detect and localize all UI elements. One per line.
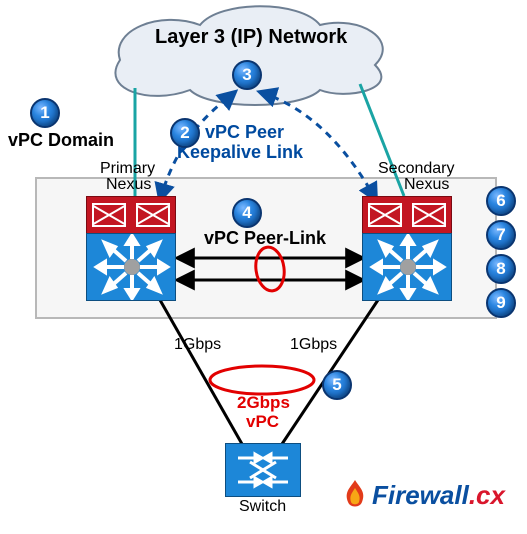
flame-icon (338, 478, 372, 512)
access-switch-device-icon (225, 443, 301, 497)
right-bw-label: 1Gbps (290, 336, 337, 354)
badge-3: 3 (232, 60, 262, 90)
logo-part1: Firewall (372, 480, 469, 510)
vpc-bundle-icon (210, 366, 314, 394)
firewall-cx-logo: Firewall.cx (372, 480, 505, 511)
badge-2: 2 (170, 118, 200, 148)
primary-nexus-label-l2: Nexus (106, 176, 151, 194)
badge-8: 8 (486, 254, 516, 284)
primary-nexus-device-icon (86, 196, 176, 301)
secondary-nexus-label-l2: Nexus (404, 176, 449, 194)
cloud-title: Layer 3 (IP) Network (155, 26, 347, 49)
badge-1: 1 (30, 98, 60, 128)
secondary-nexus-device-icon (362, 196, 452, 301)
agg-bw-label-l1: 2Gbps (237, 393, 290, 413)
badge-5: 5 (322, 370, 352, 400)
badge-4: 4 (232, 198, 262, 228)
link-primary-switch (160, 300, 242, 444)
logo-part2: .cx (469, 480, 505, 510)
peer-link-label: vPC Peer-Link (204, 228, 326, 249)
agg-bw-label-l2: vPC (246, 412, 279, 432)
vpc-domain-label: vPC Domain (8, 130, 114, 151)
cloud-icon (115, 6, 382, 105)
badge-9: 9 (486, 288, 516, 318)
keepalive-label-l2: Keepalive Link (177, 142, 303, 163)
keepalive-label-l1: vPC Peer (205, 122, 284, 143)
badge-7: 7 (486, 220, 516, 250)
switch-label: Switch (239, 498, 286, 516)
badge-6: 6 (486, 186, 516, 216)
left-bw-label: 1Gbps (174, 336, 221, 354)
